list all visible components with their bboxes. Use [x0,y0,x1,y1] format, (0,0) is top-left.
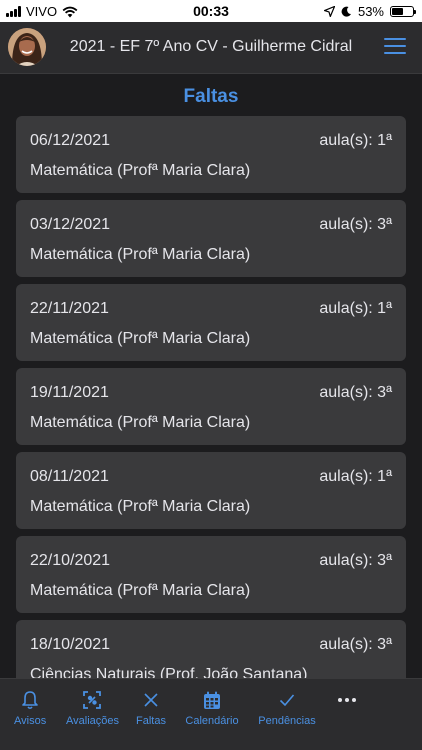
absence-subject: Matemática (Profª Maria Clara) [30,582,251,599]
absence-aula: aula(s): 3ª [319,216,392,233]
tab-bar: Avisos Avaliações Faltas Calendário Pend… [0,678,422,750]
main-content: Faltas 06/12/2021 aula(s): 1ª Matemática (… [0,74,422,678]
absence-card[interactable]: 08/11/2021 aula(s): 1ª Matemática (Profª M… [16,452,406,529]
absence-subject: Matemática (Profª Maria Clara) [30,498,251,515]
app-header: 2021 - EF 7º Ano CV - Guilherme Cidral [0,22,422,74]
tab-avaliacoes[interactable]: Avaliações [66,689,119,727]
absence-subject: Matemática (Profª Maria Clara) [30,246,251,263]
tab-faltas[interactable]: Faltas [134,689,168,727]
absence-subject: Ciências Naturais (Prof. João Santana) [30,666,308,678]
moon-icon [341,6,351,17]
page-title: Faltas [183,86,239,107]
absence-card[interactable]: 18/10/2021 aula(s): 3ª Ciências Naturais (… [16,620,406,678]
tab-label: Avaliações [66,715,119,727]
tab-more[interactable] [332,689,362,711]
evaluation-icon [83,691,101,709]
absence-aula: aula(s): 1ª [319,132,392,149]
absence-aula: aula(s): 3ª [319,636,392,653]
hamburger-menu-icon[interactable] [384,38,406,56]
close-icon [144,693,158,707]
tab-avisos[interactable]: Avisos [14,689,46,727]
absence-aula: aula(s): 1ª [319,468,392,485]
absence-card[interactable]: 22/11/2021 aula(s): 1ª Matemática (Profª M… [16,284,406,361]
absence-subject: Matemática (Profª Maria Clara) [30,330,251,347]
tab-label: Faltas [136,715,166,727]
bell-icon [22,691,38,710]
absence-card[interactable]: 19/11/2021 aula(s): 3ª Matemática (Profª M… [16,368,406,445]
calendar-icon [204,691,220,709]
absence-card[interactable]: 06/12/2021 aula(s): 1ª Matemática (Profª M… [16,116,406,193]
absence-card[interactable]: 22/10/2021 aula(s): 3ª Matemática (Profª M… [16,536,406,613]
tab-label: Avisos [14,715,47,727]
location-arrow-icon [323,6,335,17]
absence-aula: aula(s): 3ª [319,552,392,569]
more-icon [338,698,356,702]
status-right: 53% [323,4,416,19]
status-bar: VIVO 00:33 53% [0,0,422,22]
tab-label: Pendências [258,715,316,727]
battery-icon [390,6,416,17]
battery-percent: 53% [357,4,384,19]
tab-calendario[interactable]: Calendário [184,689,240,727]
absence-subject: Matemática (Profª Maria Clara) [30,162,251,179]
tab-label: Calendário [185,715,239,727]
absence-list: 06/12/2021 aula(s): 1ª Matemática (Profª M… [0,116,422,678]
absence-subject: Matemática (Profª Maria Clara) [30,414,251,431]
absence-card[interactable]: 03/12/2021 aula(s): 3ª Matemática (Profª M… [16,200,406,277]
absence-aula: aula(s): 1ª [319,300,392,317]
avatar[interactable] [8,28,46,66]
tab-pendencias[interactable]: Pendências [256,689,318,727]
header-title: 2021 - EF 7º Ano CV - Guilherme Cidral [69,38,353,55]
checkmark-icon [279,694,295,707]
absence-aula: aula(s): 3ª [319,384,392,401]
